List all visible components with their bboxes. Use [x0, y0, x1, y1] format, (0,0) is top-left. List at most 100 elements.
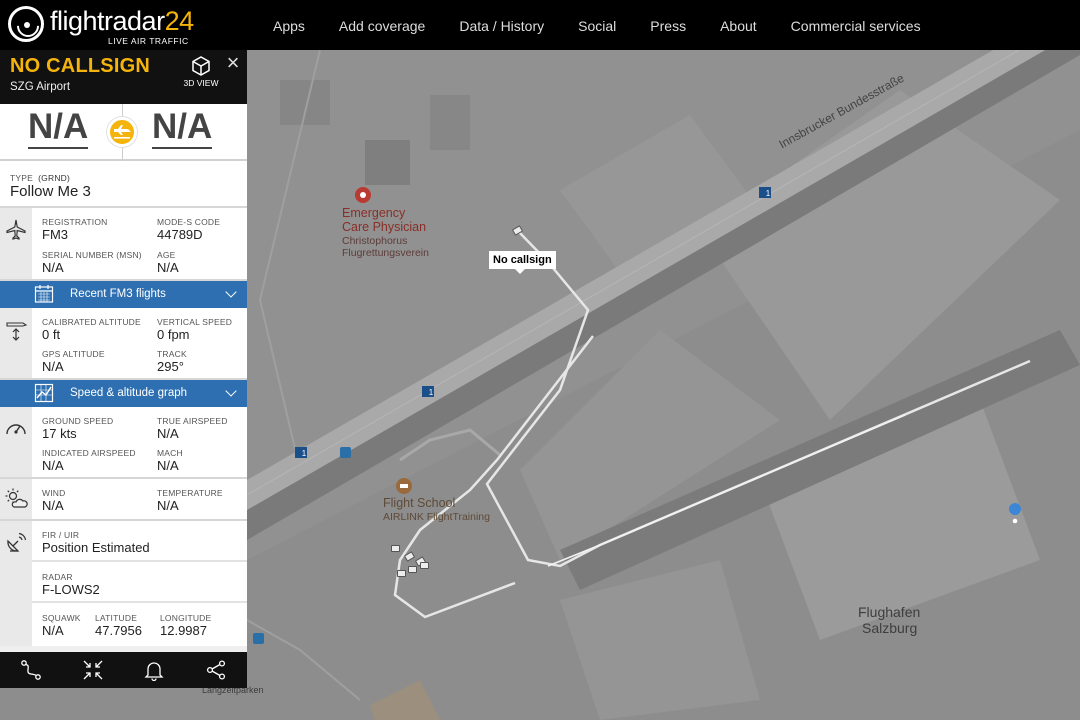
airport-label-line2: Salzburg: [862, 620, 918, 636]
radar-logo-icon: [8, 6, 44, 42]
nav-press[interactable]: Press: [633, 0, 703, 50]
mach-label: MACH: [157, 448, 183, 458]
type-label-text: TYPE: [10, 173, 34, 183]
altitude-section: CALIBRATED ALTITUDE 0 ft VERTICAL SPEED …: [0, 308, 247, 380]
radar-section: FIR / UIR Position Estimated RADAR F-LOW…: [0, 521, 247, 646]
modes-code-label: MODE-S CODE: [157, 217, 221, 227]
squawk-divider: [32, 601, 247, 603]
satellite-dish-icon: [7, 532, 27, 552]
flight-info-panel: NO CALLSIGN SZG Airport 3D VIEW × N/A N/…: [0, 50, 247, 688]
airport-label-line1: Flughafen: [858, 604, 921, 620]
mach-value: N/A: [157, 458, 179, 473]
3d-view-label: 3D VIEW: [183, 78, 219, 88]
poi-emergency-line1: Emergency: [342, 206, 406, 220]
logo-tagline: LIVE AIR TRAFFIC: [108, 36, 189, 46]
age-value: N/A: [157, 260, 179, 275]
panel-toolbar: [0, 652, 247, 688]
main-nav: Apps Add coverage Data / History Social …: [256, 0, 938, 50]
serial-number-value: N/A: [42, 260, 64, 275]
recent-flights-toggle[interactable]: Recent FM3 flights: [0, 281, 247, 308]
temperature-label: TEMPERATURE: [157, 488, 223, 498]
serial-number-label: SERIAL NUMBER (MSN): [42, 250, 142, 260]
radar-divider: [32, 560, 247, 562]
registration-value: FM3: [42, 227, 68, 242]
ground-vehicle-marker[interactable]: [420, 562, 429, 569]
poi-school-line2: AIRLINK FlightTraining: [383, 511, 490, 523]
vehicle-callsign-tag[interactable]: No callsign: [489, 251, 556, 274]
road-shield-label: 1: [301, 449, 307, 458]
logo-brand-number: 24: [164, 6, 195, 36]
aircraft-icon: [6, 219, 26, 240]
fir-label: FIR / UIR: [42, 530, 80, 540]
squawk-value: N/A: [42, 623, 64, 638]
modes-code-value: 44789D: [157, 227, 203, 242]
ground-vehicle-marker[interactable]: [408, 566, 417, 573]
track-label: TRACK: [157, 349, 187, 359]
ground-vehicle-marker[interactable]: [397, 570, 406, 577]
longitude-label: LONGITUDE: [160, 613, 212, 623]
poi-emergency-line4: Flugrettungsverein: [342, 247, 429, 259]
fir-value: Position Estimated: [42, 540, 150, 555]
radar-value: F-LOWS2: [42, 582, 100, 597]
speed-altitude-graph-toggle[interactable]: Speed & altitude graph: [0, 380, 247, 407]
3d-view-button[interactable]: 3D VIEW: [180, 55, 222, 88]
aircraft-type-section: TYPE (GRND) Follow Me 3: [0, 161, 247, 208]
road-shield-label: 1: [428, 388, 434, 397]
type-code: (GRND): [38, 173, 71, 183]
calibrated-altitude-label: CALIBRATED ALTITUDE: [42, 317, 141, 327]
speed-graph-label: Speed & altitude graph: [70, 387, 188, 399]
aircraft-icon-column: [0, 208, 32, 279]
nav-about[interactable]: About: [703, 0, 774, 50]
recent-flights-label: Recent FM3 flights: [70, 288, 166, 300]
nav-commercial-services[interactable]: Commercial services: [774, 0, 938, 50]
vertical-speed-label: VERTICAL SPEED: [157, 317, 233, 327]
ground-vehicle-marker[interactable]: [391, 545, 400, 552]
altitude-icon-column: [0, 308, 32, 378]
gps-altitude-label: GPS ALTITUDE: [42, 349, 105, 359]
speed-section: GROUND SPEED 17 kts TRUE AIRSPEED N/A IN…: [0, 407, 247, 479]
building: [365, 140, 410, 185]
route-section: N/A N/A: [0, 104, 247, 161]
alert-button[interactable]: [124, 652, 186, 688]
destination-airport-code[interactable]: N/A: [152, 107, 213, 149]
poi-school-line1: Flight School: [383, 496, 456, 510]
squawk-label: SQUAWK: [42, 613, 81, 623]
route-button[interactable]: [0, 652, 62, 688]
altitude-icon: [6, 322, 28, 341]
registration-section: REGISTRATION FM3 MODE-S CODE 44789D SERI…: [0, 208, 247, 281]
weather-section: WIND N/A TEMPERATURE N/A: [0, 479, 247, 521]
weather-icon: [5, 488, 28, 508]
graph-icon: [34, 383, 54, 403]
ground-speed-value: 17 kts: [42, 426, 77, 441]
registration-label: REGISTRATION: [42, 217, 108, 227]
ground-speed-label: GROUND SPEED: [42, 416, 114, 426]
radar-label: RADAR: [42, 572, 73, 582]
nav-apps[interactable]: Apps: [256, 0, 322, 50]
share-button[interactable]: [185, 652, 247, 688]
building: [430, 95, 470, 150]
bus-stop-icon[interactable]: [340, 447, 351, 458]
bell-icon: [144, 662, 164, 681]
origin-airport-code[interactable]: N/A: [28, 107, 89, 149]
callsign-title: NO CALLSIGN: [10, 55, 150, 77]
airport-subtitle: SZG Airport: [10, 81, 71, 93]
close-icon[interactable]: ×: [223, 52, 243, 74]
nav-add-coverage[interactable]: Add coverage: [322, 0, 442, 50]
nav-social[interactable]: Social: [561, 0, 633, 50]
nav-data-history[interactable]: Data / History: [442, 0, 561, 50]
wind-value: N/A: [42, 498, 64, 513]
route-icon: [21, 660, 41, 680]
poi-emergency-line2: Care Physician: [342, 220, 427, 234]
logo-wordmark: flightradar24: [50, 6, 194, 36]
bus-stop-icon[interactable]: [253, 633, 264, 644]
fullscreen-button[interactable]: [62, 652, 124, 688]
radar-icon-column: [0, 521, 32, 646]
type-value: Follow Me 3: [10, 183, 91, 200]
speedometer-icon: [6, 424, 26, 435]
fullscreen-icon: [83, 660, 103, 680]
speed-icon-column: [0, 407, 32, 477]
latitude-label: LATITUDE: [95, 613, 138, 623]
flightradar24-logo[interactable]: flightradar24 LIVE AIR TRAFFIC: [8, 6, 198, 46]
cube-icon: [192, 56, 210, 76]
vertical-speed-value: 0 fpm: [157, 327, 190, 342]
